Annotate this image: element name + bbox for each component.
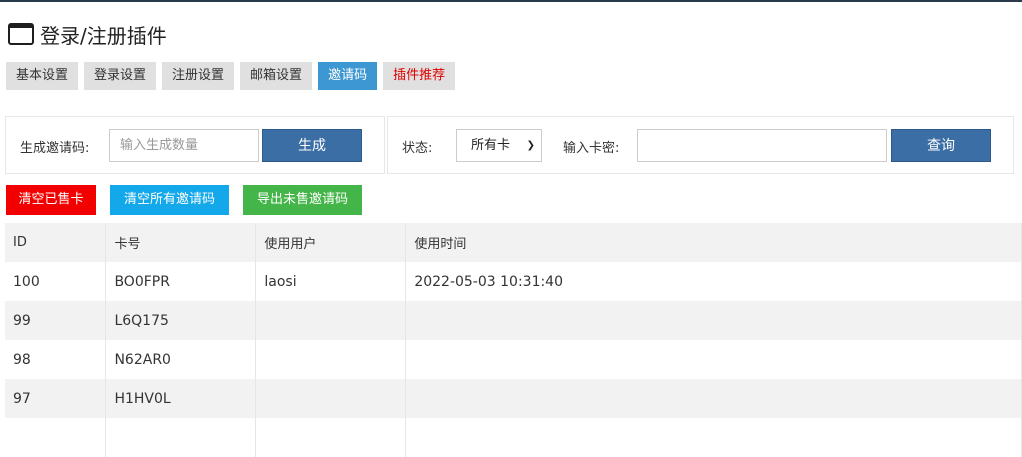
cell-id: 98	[5, 340, 107, 379]
tab-invite-code[interactable]: 邀请码	[318, 62, 378, 90]
page-title: 登录/注册插件	[40, 23, 167, 48]
cell-user	[255, 418, 407, 457]
chevron-down-icon: ❯	[526, 140, 535, 151]
tab-register-settings[interactable]: 注册设置	[162, 62, 235, 90]
status-select[interactable]: 所有卡 ❯	[456, 129, 542, 162]
table-row[interactable]: 99 L6Q175	[5, 301, 1022, 340]
cell-card: N62AR0	[105, 340, 257, 379]
cell-time	[405, 340, 1022, 379]
tab-email-settings[interactable]: 邮箱设置	[240, 62, 313, 90]
cell-user	[255, 340, 407, 379]
export-unsold-button[interactable]: 导出未售邀请码	[243, 185, 362, 215]
cell-time	[405, 301, 1022, 340]
status-select-value: 所有卡	[471, 138, 511, 153]
query-panel: 状态: 所有卡 ❯ 输入卡密: 查询	[387, 116, 1014, 174]
tab-login-settings[interactable]: 登录设置	[84, 62, 157, 90]
tab-bar: 基本设置 登录设置 注册设置 邮箱设置 邀请码 插件推荐	[6, 62, 456, 90]
page-header: 登录/注册插件	[8, 21, 167, 48]
table-row[interactable]: 98 N62AR0	[5, 340, 1022, 379]
cell-user	[255, 379, 407, 418]
generate-button[interactable]: 生成	[262, 129, 362, 162]
cell-card	[105, 418, 257, 457]
action-bar: 清空已售卡 清空所有邀请码 导出未售邀请码	[6, 185, 362, 215]
cell-user: laosi	[255, 262, 407, 301]
tab-basic-settings[interactable]: 基本设置	[6, 62, 79, 90]
generate-panel: 生成邀请码: 输入生成数量 生成	[5, 116, 385, 174]
card-label: 输入卡密:	[563, 141, 620, 156]
column-header-time[interactable]: 使用时间	[405, 223, 1022, 262]
column-header-user[interactable]: 使用用户	[255, 223, 407, 262]
cell-time	[405, 418, 1022, 457]
column-header-id[interactable]: ID	[5, 223, 107, 262]
tab-plugin-recommend[interactable]: 插件推荐	[383, 62, 456, 90]
column-header-card[interactable]: 卡号	[105, 223, 257, 262]
cell-card: L6Q175	[105, 301, 257, 340]
status-label: 状态:	[402, 141, 433, 156]
generate-label: 生成邀请码:	[20, 141, 90, 156]
window-icon	[8, 23, 34, 45]
query-button[interactable]: 查询	[891, 129, 991, 162]
cell-id: 99	[5, 301, 107, 340]
card-secret-input[interactable]	[637, 129, 887, 162]
table-row[interactable]: 97 H1HV0L	[5, 379, 1022, 418]
cell-id: 97	[5, 379, 107, 418]
cell-user	[255, 301, 407, 340]
cell-id: 100	[5, 262, 107, 301]
clear-all-button[interactable]: 清空所有邀请码	[110, 185, 229, 215]
cell-time	[405, 379, 1022, 418]
cell-id	[5, 418, 107, 457]
table-row[interactable]	[5, 418, 1022, 457]
generate-count-input[interactable]: 输入生成数量	[109, 129, 259, 162]
cell-card: H1HV0L	[105, 379, 257, 418]
cell-card: BO0FPR	[105, 262, 257, 301]
invite-code-table: ID 卡号 使用用户 使用时间 100 BO0FPR laosi 2022-05…	[5, 223, 1022, 457]
cell-time: 2022-05-03 10:31:40	[405, 262, 1022, 301]
clear-sold-button[interactable]: 清空已售卡	[6, 185, 96, 215]
table-header-row: ID 卡号 使用用户 使用时间	[5, 223, 1022, 262]
table-row[interactable]: 100 BO0FPR laosi 2022-05-03 10:31:40	[5, 262, 1022, 301]
